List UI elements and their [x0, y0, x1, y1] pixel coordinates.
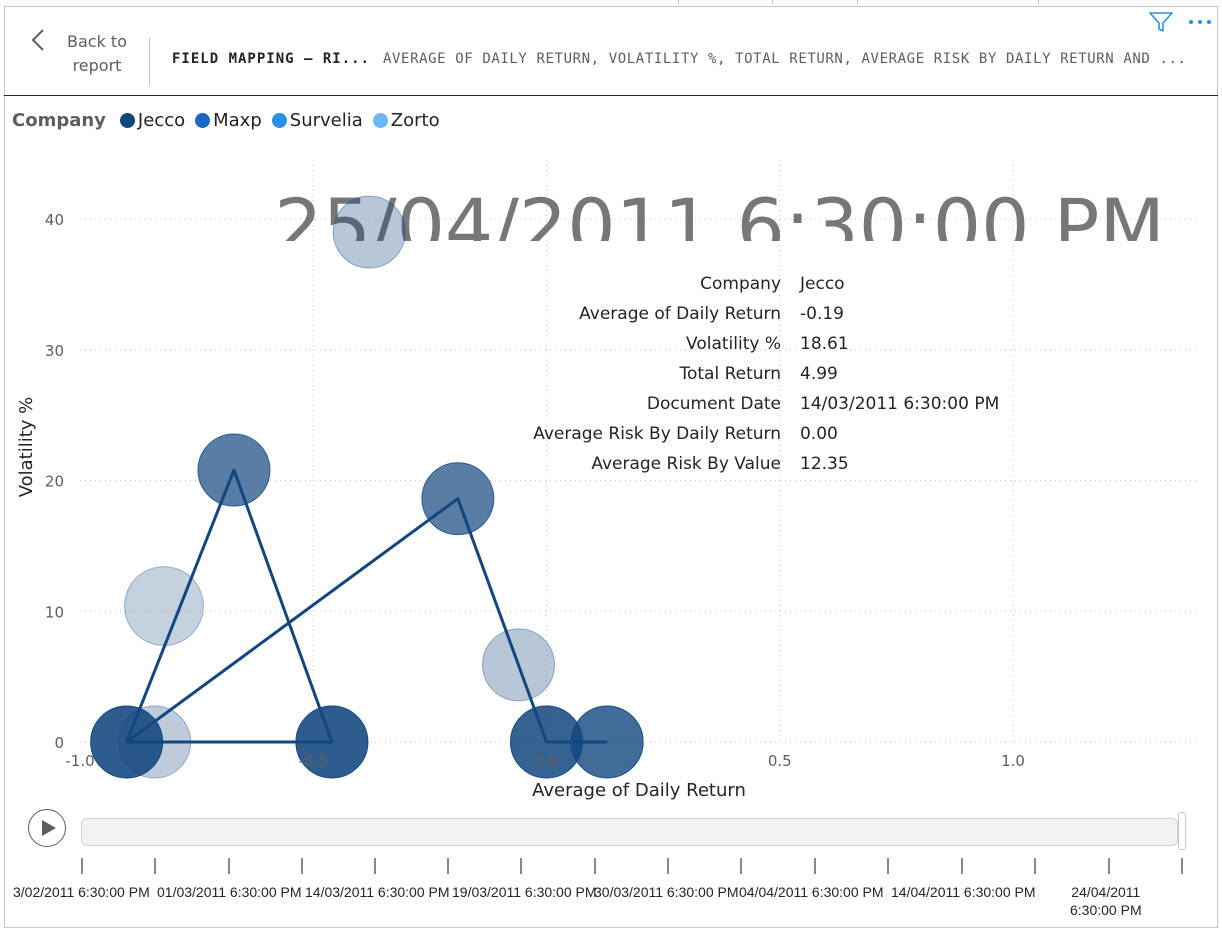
tooltip-value: 4.99 [800, 364, 838, 384]
play-axis-tick-mark [374, 858, 376, 874]
tooltip-value: 14/03/2011 6:30:00 PM [800, 394, 999, 414]
play-axis-tick-mark [814, 858, 816, 874]
play-axis-current-date: 25/04/2011 6:30:00 PM [274, 182, 1165, 271]
play-axis-tick-mark [740, 858, 742, 874]
tooltip-label: Average of Daily Return [579, 304, 781, 324]
play-axis-tick-mark [1181, 858, 1183, 874]
play-axis-tick-label: 14/04/2011 6:30:00 PM [891, 884, 1036, 900]
y-tick-label: 20 [45, 473, 64, 491]
play-axis-tick-label: 30/03/2011 6:30:00 PM [594, 884, 739, 900]
tooltip-label: Company [700, 274, 781, 294]
play-axis-tick-mark [667, 858, 669, 874]
x-tick-label: 0.5 [768, 752, 792, 770]
tooltip-value: Jecco [799, 274, 845, 294]
play-axis-slider-handle[interactable] [1178, 812, 1186, 850]
play-axis-slider[interactable] [81, 818, 1178, 846]
y-tick-label: 10 [45, 603, 64, 621]
play-axis-tick-mark [301, 858, 303, 874]
data-points [90, 195, 644, 779]
tooltip-value: 0.00 [800, 424, 838, 444]
play-axis-tick-label: 14/03/2011 6:30:00 PM [305, 884, 450, 900]
play-axis-tick-label: 19/03/2011 6:30:00 PM [452, 884, 597, 900]
play-axis-tick-mark [594, 858, 596, 874]
x-tick-label: 1.0 [1001, 752, 1025, 770]
tooltip-label: Total Return [678, 364, 781, 384]
y-axis-title: Volatility % [16, 397, 37, 498]
x-axis-title: Average of Daily Return [532, 780, 746, 801]
tooltip-value: -0.19 [800, 304, 844, 324]
tooltip-label: Volatility % [686, 334, 781, 354]
x-tick-label: -0.5 [299, 752, 328, 770]
play-axis-tick-mark [447, 858, 449, 874]
tooltip-value: 12.35 [800, 454, 849, 474]
play-axis-tick-label: 3/02/2011 6:30:00 PM [13, 884, 150, 900]
tooltip-label: Average Risk By Daily Return [533, 424, 781, 444]
y-tick-label: 0 [54, 734, 64, 752]
y-tick-label: 30 [45, 342, 64, 360]
play-axis-tick-mark [520, 858, 522, 874]
play-axis-tick-mark [961, 858, 963, 874]
play-axis-tick-mark [228, 858, 230, 874]
tooltip: Company Jecco Average of Daily Return -0.19… [533, 274, 999, 474]
play-icon [42, 820, 56, 836]
tooltip-label: Document Date [647, 394, 781, 414]
x-tick-label: 0.0 [535, 752, 559, 770]
tooltip-value: 18.61 [800, 334, 849, 354]
play-axis-tick-label: 01/03/2011 6:30:00 PM [157, 884, 302, 900]
play-axis-tick-mark [154, 858, 156, 874]
play-axis-tick-mark [887, 858, 889, 874]
y-tick-label: 40 [45, 211, 64, 229]
play-axis-tick-mark [1108, 858, 1110, 874]
scatter-chart: 25/04/2011 6:30:00 PM Company Jecco Averag… [16, 160, 1197, 801]
play-axis-tick-mark [81, 858, 83, 874]
tooltip-label: Average Risk By Value [591, 454, 781, 474]
play-axis-tick-mark [1034, 858, 1036, 874]
x-tick-label: -1.0 [65, 752, 94, 770]
play-button[interactable] [28, 809, 66, 847]
play-axis-tick-label: 24/04/2011 6:30:00 PM [1070, 884, 1142, 918]
data-point[interactable] [332, 195, 406, 269]
play-axis-tick-label: 04/04/2011 6:30:00 PM [739, 884, 884, 900]
